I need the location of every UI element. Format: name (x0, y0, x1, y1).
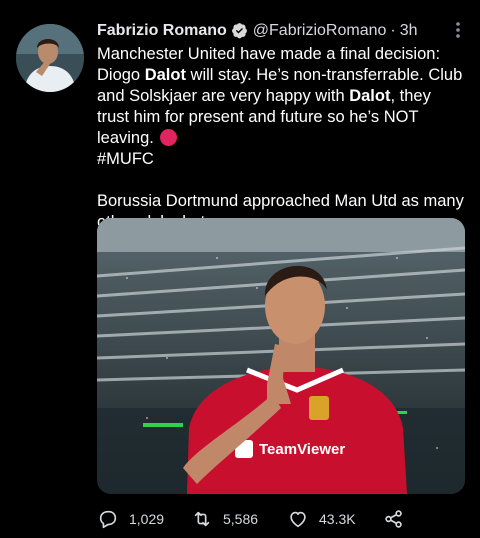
hashtag-link[interactable]: #MUFC (97, 150, 154, 168)
avatar-photo-icon (16, 24, 84, 92)
reply-count: 1,029 (129, 511, 165, 527)
more-options-icon[interactable] (448, 20, 468, 40)
separator-dot: · (390, 22, 396, 39)
tweet-media-photo[interactable]: TeamViewer (97, 218, 465, 494)
tweet-text: Manchester United have made a final deci… (97, 44, 465, 233)
reply-button[interactable]: 1,029 (97, 508, 191, 530)
like-button[interactable]: 43.3K (287, 508, 383, 530)
tweet-text-bold-1: Dalot (144, 66, 186, 84)
sponsor-text: TeamViewer (259, 441, 345, 458)
tweet-header: Fabrizio Romano @FabrizioRomano · 3h (97, 20, 465, 41)
red-circle-emoji-icon (160, 129, 178, 146)
action-bar: 1,029 5,586 43.3K (97, 506, 417, 532)
avatar[interactable] (16, 24, 84, 92)
share-button[interactable] (383, 508, 415, 530)
retweet-button[interactable]: 5,586 (191, 508, 287, 530)
author-name[interactable]: Fabrizio Romano (97, 20, 227, 41)
share-icon (385, 510, 402, 528)
like-count: 43.3K (319, 511, 356, 527)
tweet-card[interactable]: Fabrizio Romano @FabrizioRomano · 3h Man… (0, 0, 480, 538)
reply-icon (99, 510, 117, 529)
heart-icon (290, 511, 306, 528)
photo-player-icon: TeamViewer (97, 218, 465, 494)
verified-icon (231, 22, 248, 39)
retweet-count: 5,586 (223, 511, 259, 527)
tweet-text-bold-2: Dalot (349, 87, 391, 105)
author-handle[interactable]: @FabrizioRomano (253, 20, 387, 41)
retweet-icon (194, 511, 210, 527)
tweet-time[interactable]: 3h (400, 20, 418, 41)
